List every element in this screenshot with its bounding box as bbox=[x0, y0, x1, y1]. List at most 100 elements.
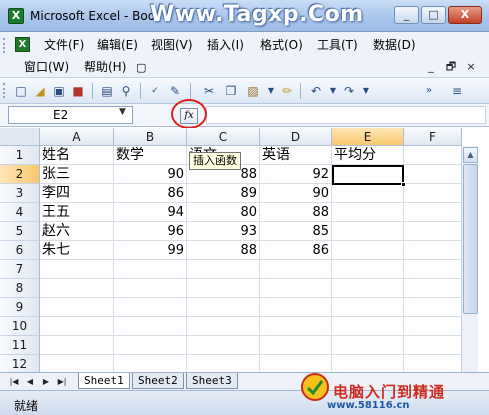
permission-icon[interactable]: ■ bbox=[69, 82, 87, 100]
excel-app-icon[interactable]: X bbox=[8, 8, 24, 24]
name-box[interactable]: E2 bbox=[8, 106, 133, 124]
minimize-button[interactable]: _ bbox=[394, 6, 419, 24]
cell[interactable] bbox=[404, 165, 462, 184]
cell[interactable] bbox=[114, 279, 187, 298]
cell[interactable] bbox=[187, 279, 260, 298]
cell[interactable]: 数学 bbox=[114, 146, 187, 165]
row-header-1[interactable]: 1 bbox=[0, 146, 40, 165]
cell[interactable] bbox=[40, 279, 114, 298]
cell[interactable] bbox=[404, 222, 462, 241]
cell[interactable]: 英语 bbox=[260, 146, 332, 165]
row-header-9[interactable]: 9 bbox=[0, 298, 40, 317]
cell[interactable]: 92 bbox=[260, 165, 332, 184]
cell[interactable] bbox=[332, 241, 404, 260]
cell[interactable]: 80 bbox=[187, 203, 260, 222]
mdi-minimize-button[interactable]: _ bbox=[424, 59, 438, 74]
print-preview-icon[interactable]: ⚲ bbox=[117, 82, 135, 100]
cell[interactable]: 王五 bbox=[40, 203, 114, 222]
cell[interactable]: 86 bbox=[114, 184, 187, 203]
cell[interactable] bbox=[332, 317, 404, 336]
cell[interactable] bbox=[332, 260, 404, 279]
column-header-c[interactable]: C bbox=[187, 128, 260, 146]
toolbar-grip[interactable] bbox=[3, 83, 6, 98]
mdi-restore-button[interactable]: 🗗 bbox=[444, 59, 458, 74]
cell[interactable] bbox=[404, 317, 462, 336]
menu-format[interactable]: 格式(O) bbox=[260, 37, 303, 54]
cell[interactable] bbox=[114, 298, 187, 317]
active-cell[interactable] bbox=[332, 165, 404, 185]
fill-handle[interactable] bbox=[401, 182, 406, 187]
formula-input[interactable] bbox=[206, 106, 486, 124]
cell[interactable]: 姓名 bbox=[40, 146, 114, 165]
row-header-2[interactable]: 2 bbox=[0, 165, 40, 184]
cell[interactable]: 李四 bbox=[40, 184, 114, 203]
cell[interactable] bbox=[404, 279, 462, 298]
cell[interactable] bbox=[404, 260, 462, 279]
cell[interactable] bbox=[332, 203, 404, 222]
sheet-tab-3[interactable]: Sheet3 bbox=[186, 373, 238, 389]
column-header-f[interactable]: F bbox=[404, 128, 462, 146]
cell[interactable] bbox=[187, 317, 260, 336]
cell[interactable]: 90 bbox=[260, 184, 332, 203]
cell[interactable]: 89 bbox=[187, 184, 260, 203]
sheet-tab-1[interactable]: Sheet1 bbox=[78, 373, 130, 389]
cell[interactable]: 平均分 bbox=[332, 146, 404, 165]
cell[interactable] bbox=[40, 260, 114, 279]
open-icon[interactable]: ◢ bbox=[31, 82, 49, 100]
close-button[interactable]: X bbox=[448, 6, 482, 24]
sheet-tab-2[interactable]: Sheet2 bbox=[132, 373, 184, 389]
cell[interactable] bbox=[404, 336, 462, 355]
mdi-close-button[interactable]: × bbox=[464, 59, 478, 74]
row-header-10[interactable]: 10 bbox=[0, 317, 40, 336]
menu-help[interactable]: 帮助(H) bbox=[84, 59, 126, 76]
cell[interactable] bbox=[404, 298, 462, 317]
cell[interactable]: 86 bbox=[260, 241, 332, 260]
cell[interactable]: 94 bbox=[114, 203, 187, 222]
cell[interactable] bbox=[404, 184, 462, 203]
research-icon[interactable]: ✎ bbox=[166, 82, 184, 100]
cell[interactable] bbox=[260, 336, 332, 355]
row-header-7[interactable]: 7 bbox=[0, 260, 40, 279]
redo-icon[interactable]: ↷ bbox=[340, 82, 358, 100]
menu-file[interactable]: 文件(F) bbox=[44, 37, 84, 54]
cell[interactable] bbox=[332, 298, 404, 317]
vertical-scrollbar[interactable]: ▲ bbox=[461, 146, 478, 372]
row-header-5[interactable]: 5 bbox=[0, 222, 40, 241]
first-sheet-icon[interactable]: |◀ bbox=[8, 375, 20, 388]
document-icon[interactable]: X bbox=[15, 37, 30, 52]
cell[interactable] bbox=[187, 260, 260, 279]
cell[interactable]: 90 bbox=[114, 165, 187, 184]
format-painter-icon[interactable]: ✏ bbox=[278, 82, 296, 100]
column-header-e[interactable]: E bbox=[332, 128, 404, 146]
cell[interactable] bbox=[332, 184, 404, 203]
cell[interactable] bbox=[40, 298, 114, 317]
last-sheet-icon[interactable]: ▶| bbox=[56, 375, 68, 388]
next-sheet-icon[interactable]: ▶ bbox=[40, 375, 52, 388]
cell[interactable] bbox=[40, 336, 114, 355]
prev-sheet-icon[interactable]: ◀ bbox=[24, 375, 36, 388]
undo-icon[interactable]: ↶ bbox=[307, 82, 325, 100]
menu-edit[interactable]: 编辑(E) bbox=[97, 37, 138, 54]
cell[interactable]: 88 bbox=[187, 241, 260, 260]
toolbar-options-icon[interactable]: » bbox=[420, 82, 438, 100]
cell[interactable]: 张三 bbox=[40, 165, 114, 184]
cell[interactable] bbox=[260, 298, 332, 317]
redo-dropdown-icon[interactable]: ▼ bbox=[357, 82, 375, 100]
cell[interactable] bbox=[40, 317, 114, 336]
menu-data[interactable]: 数据(D) bbox=[373, 37, 416, 54]
column-header-a[interactable]: A bbox=[40, 128, 114, 146]
cut-icon[interactable]: ✂ bbox=[200, 82, 218, 100]
copy-icon[interactable]: ❐ bbox=[222, 82, 240, 100]
row-header-4[interactable]: 4 bbox=[0, 203, 40, 222]
name-box-dropdown-icon[interactable]: ▼ bbox=[119, 107, 126, 117]
cell[interactable] bbox=[187, 298, 260, 317]
camera-icon[interactable]: ▢ bbox=[136, 59, 146, 76]
cell[interactable]: 赵六 bbox=[40, 222, 114, 241]
menu-grip[interactable] bbox=[3, 38, 6, 53]
align-icon[interactable]: ≡ bbox=[448, 82, 466, 100]
maximize-button[interactable]: □ bbox=[421, 6, 446, 24]
row-header-8[interactable]: 8 bbox=[0, 279, 40, 298]
column-header-d[interactable]: D bbox=[260, 128, 332, 146]
cell[interactable] bbox=[260, 260, 332, 279]
menu-insert[interactable]: 插入(I) bbox=[207, 37, 244, 54]
